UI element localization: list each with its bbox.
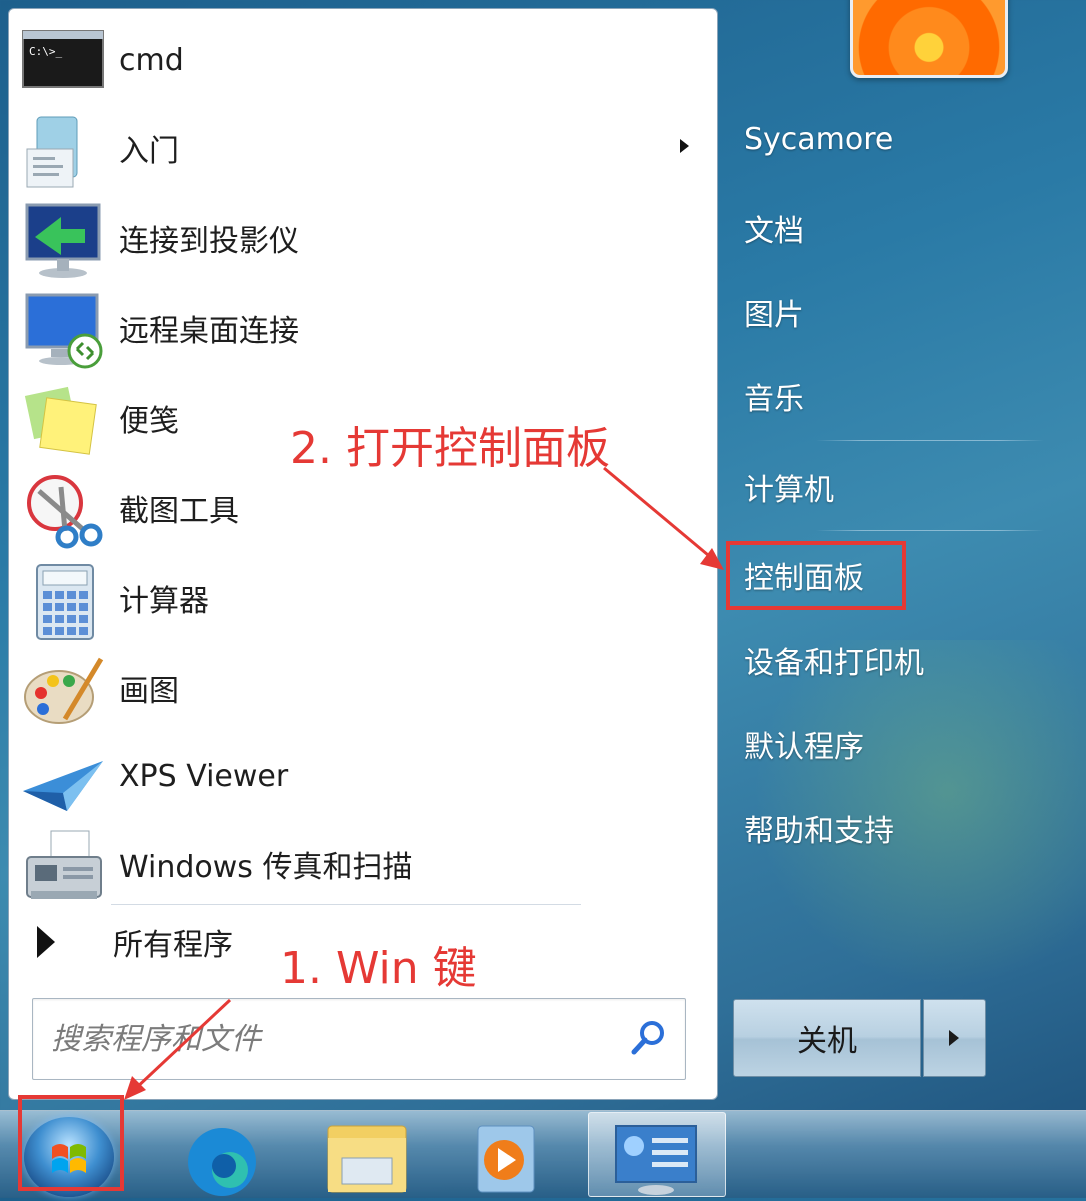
program-label: XPS Viewer (119, 758, 289, 794)
user-name[interactable]: Sycamore (744, 122, 893, 157)
program-label: 入门 (119, 134, 179, 169)
media-player-icon[interactable] (464, 1118, 554, 1197)
shutdown-options-button[interactable] (923, 999, 986, 1077)
program-label: 截图工具 (119, 494, 239, 529)
search-icon[interactable] (631, 1019, 667, 1055)
program-remote-desktop[interactable]: 远程桌面连接 (21, 285, 711, 371)
program-label: 远程桌面连接 (119, 314, 299, 349)
remote-desktop-icon (21, 293, 105, 369)
getting-started-icon (21, 113, 105, 188)
right-item-computer[interactable]: 计算机 (744, 465, 834, 509)
right-item-help-support[interactable]: 帮助和支持 (744, 806, 894, 850)
right-item-default-programs[interactable]: 默认程序 (744, 722, 864, 766)
control-panel-icon[interactable] (612, 1118, 702, 1197)
search-input[interactable] (49, 1013, 613, 1065)
right-item-documents[interactable]: 文档 (744, 206, 804, 250)
start-button-highlight-box (18, 1095, 124, 1191)
fax-scan-icon (21, 829, 105, 899)
program-cmd[interactable]: C:\>_ cmd (21, 17, 711, 103)
control-panel-highlight-box (726, 541, 906, 610)
program-label: 画图 (119, 674, 179, 709)
annotation-step2: 2. 打开控制面板 (290, 423, 610, 474)
program-label: 计算器 (119, 584, 209, 619)
program-getting-started[interactable]: 入门 (21, 105, 711, 191)
cmd-icon: C:\>_ (21, 25, 105, 95)
right-item-devices-printers[interactable]: 设备和打印机 (744, 638, 924, 682)
snipping-tool-icon (21, 473, 105, 549)
svg-text:C:\>_: C:\>_ (29, 45, 62, 58)
shutdown-button[interactable]: 关机 (733, 999, 921, 1077)
paint-icon (21, 653, 105, 724)
right-separator (816, 440, 1044, 441)
all-programs-arrow-icon (37, 926, 55, 958)
search-box[interactable] (32, 998, 686, 1080)
sticky-notes-icon (21, 383, 105, 455)
program-label: 便笺 (119, 404, 179, 439)
edge-icon[interactable] (176, 1118, 266, 1197)
calculator-icon (21, 563, 105, 640)
shutdown-label: 关机 (797, 1024, 857, 1059)
program-label: Windows 传真和扫描 (119, 850, 413, 885)
right-item-music[interactable]: 音乐 (744, 374, 804, 418)
program-snipping-tool[interactable]: 截图工具 (21, 465, 711, 551)
program-label: 连接到投影仪 (119, 224, 299, 259)
programs-separator (111, 904, 581, 905)
all-programs-label: 所有程序 (113, 928, 233, 963)
submenu-arrow-icon[interactable] (680, 139, 689, 153)
user-picture-flower-icon[interactable] (850, 0, 1008, 78)
program-xps-viewer[interactable]: XPS Viewer (21, 733, 711, 819)
program-label: cmd (119, 42, 184, 78)
program-projector[interactable]: 连接到投影仪 (21, 195, 711, 281)
annotation-step1: 1. Win 键 (280, 943, 477, 994)
xps-viewer-icon (21, 741, 105, 811)
right-item-pictures[interactable]: 图片 (744, 290, 804, 334)
program-fax-scan[interactable]: Windows 传真和扫描 (21, 821, 711, 907)
right-separator (816, 530, 1044, 531)
file-explorer-icon[interactable] (322, 1118, 412, 1197)
program-paint[interactable]: 画图 (21, 645, 711, 731)
projector-icon (21, 203, 105, 278)
program-calculator[interactable]: 计算器 (21, 555, 711, 641)
